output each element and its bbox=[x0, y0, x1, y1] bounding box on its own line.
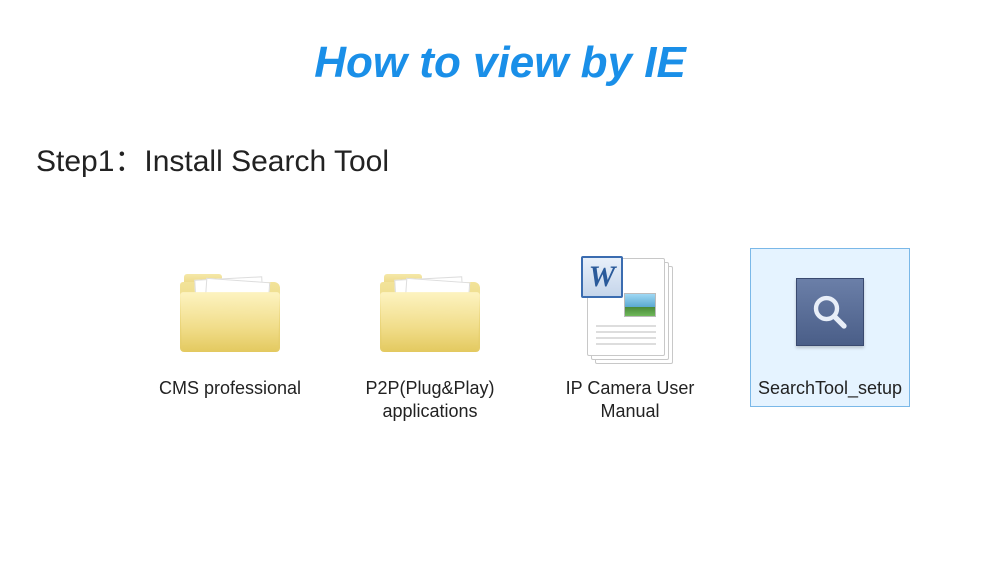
search-app-icon bbox=[775, 257, 885, 367]
page-title: How to view by IE bbox=[0, 38, 1000, 88]
file-item-cms-professional[interactable]: CMS professional bbox=[150, 248, 310, 407]
file-label: CMS professional bbox=[159, 377, 301, 400]
folder-icon bbox=[375, 257, 485, 367]
word-document-icon: W bbox=[575, 257, 685, 367]
file-icons-row: CMS professional P2P(Plug&Play) applicat… bbox=[150, 248, 1000, 429]
file-item-p2p-applications[interactable]: P2P(Plug&Play) applications bbox=[350, 248, 510, 429]
folder-icon bbox=[175, 257, 285, 367]
file-item-user-manual[interactable]: W IP Camera User Manual bbox=[550, 248, 710, 429]
step-heading: Step1：Install Search Tool bbox=[36, 136, 1000, 180]
file-label: P2P(Plug&Play) applications bbox=[355, 377, 505, 422]
file-item-searchtool-setup[interactable]: SearchTool_setup bbox=[750, 248, 910, 407]
file-label: IP Camera User Manual bbox=[555, 377, 705, 422]
file-label: SearchTool_setup bbox=[758, 377, 902, 400]
